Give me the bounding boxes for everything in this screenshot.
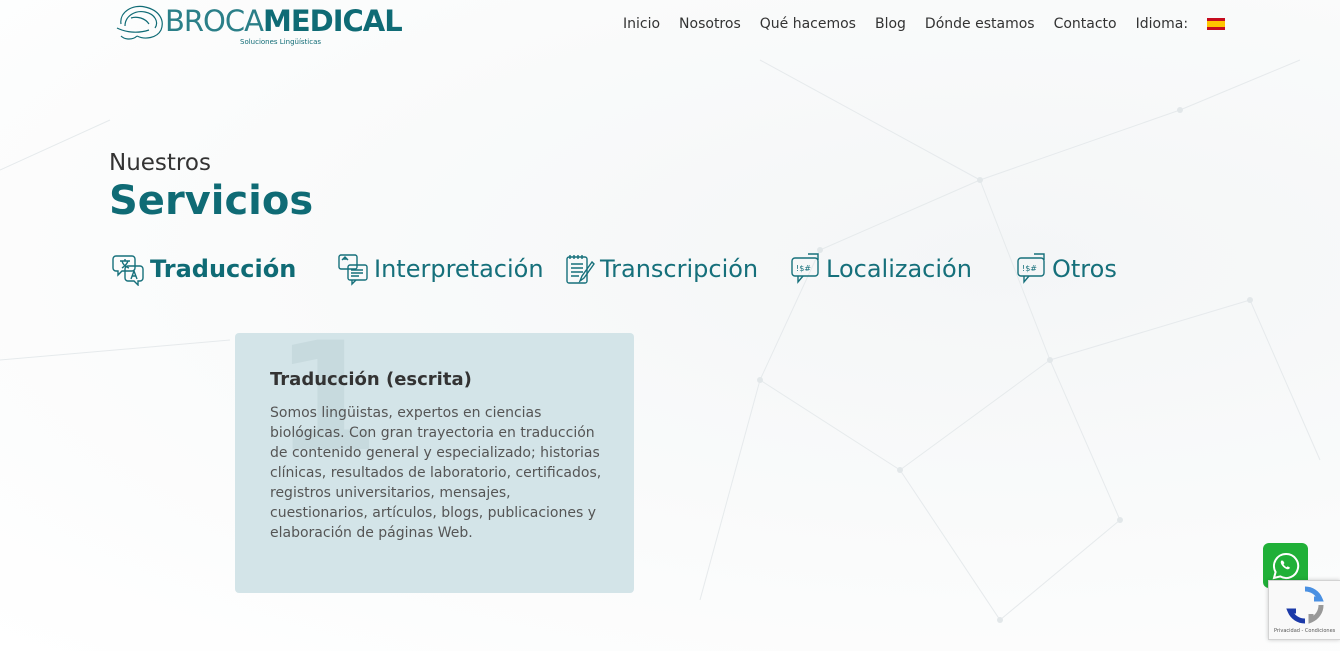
whatsapp-icon (1272, 552, 1299, 579)
language-label: Idioma: (1135, 16, 1189, 32)
service-card: 1 Traducción (escrita) Somos lingüistas,… (235, 333, 634, 593)
tab-transcripcion[interactable]: Transcripción (562, 250, 758, 288)
brand-name-part-2: MEDICAL (262, 4, 403, 38)
nav-link-inicio[interactable]: Inicio (623, 14, 660, 34)
chat-code-icon: !$# (791, 253, 819, 284)
background-network-pattern (0, 59, 1321, 623)
tab-localizacion[interactable]: !$# Localización (788, 250, 972, 288)
tab-interpretacion[interactable]: Interpretación (336, 250, 544, 288)
services-tabs: Traducción Interpretación Transcripción … (112, 250, 1162, 290)
tab-label: Otros (1052, 255, 1117, 283)
recaptcha-badge[interactable]: Privacidad - Condiciones (1268, 580, 1340, 640)
section-pre-title: Nuestros (109, 150, 211, 176)
tab-otros[interactable]: !$# Otros (1014, 250, 1117, 288)
card-description: Somos lingüistas, expertos en ciencias b… (270, 405, 602, 541)
svg-text:!$#: !$# (796, 264, 811, 273)
tab-traduccion[interactable]: Traducción (112, 250, 296, 288)
tab-label: Localización (826, 255, 972, 283)
nav-link-que-hacemos[interactable]: Qué hacemos (760, 14, 856, 34)
brand-tagline: Soluciones Lingüísticas (240, 38, 322, 46)
spain-flag-icon[interactable] (1207, 18, 1226, 30)
interpretation-icon (338, 254, 368, 286)
brand-logo[interactable]: BROCAMEDICAL Soluciones Lingüísticas (115, 2, 403, 48)
section-title: Servicios (109, 178, 314, 224)
recaptcha-links[interactable]: Privacidad - Condiciones (1274, 628, 1335, 634)
brain-logo-icon (116, 5, 163, 40)
svg-text:!$#: !$# (1022, 264, 1037, 273)
nav-link-nosotros[interactable]: Nosotros (679, 14, 741, 34)
tab-label: Traducción (150, 255, 297, 283)
recaptcha-icon (1286, 586, 1324, 624)
nav-link-blog[interactable]: Blog (875, 14, 906, 34)
brand-name-part-1: BROCA (165, 4, 264, 38)
main-nav: Inicio Nosotros Qué hacemos Blog Dónde e… (623, 14, 1226, 34)
page: BROCAMEDICAL Soluciones Lingüísticas Ini… (0, 0, 1340, 651)
card-title: Traducción (escrita) (270, 369, 472, 390)
brand-name: BROCAMEDICAL (165, 4, 403, 38)
translate-icon (112, 255, 144, 286)
nav-link-donde-estamos[interactable]: Dónde estamos (925, 14, 1035, 34)
nav-link-contacto[interactable]: Contacto (1054, 14, 1117, 34)
chat-code-icon: !$# (1017, 253, 1045, 284)
tab-label: Transcripción (600, 255, 759, 283)
notepad-icon (566, 255, 595, 284)
tab-label: Interpretación (374, 255, 544, 283)
